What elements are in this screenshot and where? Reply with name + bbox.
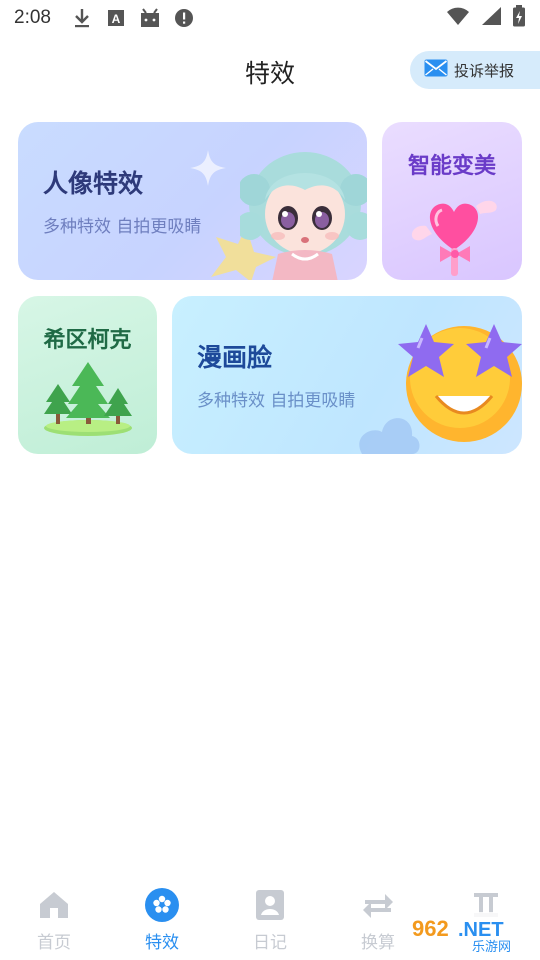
trees-icon (44, 362, 132, 436)
nav-diary[interactable]: 日记 (216, 878, 324, 960)
comic-face-subtitle: 多种特效 自拍更吸睛 (197, 391, 356, 411)
svg-text:.NET: .NET (458, 919, 504, 941)
nav-home[interactable]: 首页 (0, 878, 108, 960)
convert-icon (361, 888, 395, 922)
watermark-logo: 962 .NET 乐游网 (402, 912, 536, 955)
doll-avatar-icon (240, 152, 367, 280)
nav-effects[interactable]: 特效 (108, 878, 216, 960)
portrait-effects-title: 人像特效 (43, 169, 144, 198)
a-box-icon: A (105, 7, 127, 29)
diary-icon (253, 888, 287, 922)
svg-text:乐游网: 乐游网 (472, 940, 511, 954)
effects-icon (145, 888, 179, 922)
svg-text:A: A (112, 12, 121, 26)
download-icon (71, 7, 93, 29)
status-bar: 2:08 A (0, 0, 540, 36)
svg-text:962: 962 (412, 916, 449, 941)
battery-icon (512, 5, 526, 31)
smart-beauty-title: 智能变美 (407, 154, 496, 179)
mail-icon (424, 59, 448, 81)
report-label: 投诉举报 (454, 61, 515, 80)
home-icon (37, 888, 71, 922)
nav-home-label: 首页 (37, 933, 71, 953)
status-right (446, 5, 526, 31)
header: 特效 投诉举报 (0, 44, 540, 96)
android-icon (139, 7, 161, 29)
nav-convert-label: 换算 (361, 933, 395, 953)
nav-effects-label: 特效 (145, 933, 179, 953)
wifi-icon (446, 6, 470, 30)
portrait-effects-card[interactable]: 人像特效 多种特效 自拍更吸睛 (18, 122, 367, 280)
alert-icon (173, 7, 195, 29)
portrait-effects-subtitle: 多种特效 自拍更吸睛 (43, 217, 202, 237)
signal-icon (480, 6, 502, 30)
smart-beauty-card[interactable]: 智能变美 (382, 122, 522, 280)
hitchcock-title: 希区柯克 (43, 328, 132, 353)
report-button[interactable]: 投诉举报 (410, 51, 540, 89)
heart-wand-icon (411, 200, 497, 276)
hitchcock-card[interactable]: 希区柯克 (18, 296, 157, 454)
status-time: 2:08 (14, 7, 51, 28)
comic-face-title: 漫画脸 (197, 343, 273, 372)
nav-diary-label: 日记 (253, 933, 287, 953)
sparkle-icon (190, 150, 226, 186)
comic-face-card[interactable]: 漫画脸 多种特效 自拍更吸睛 (172, 296, 522, 454)
star-eyes-emoji-icon (398, 324, 522, 442)
